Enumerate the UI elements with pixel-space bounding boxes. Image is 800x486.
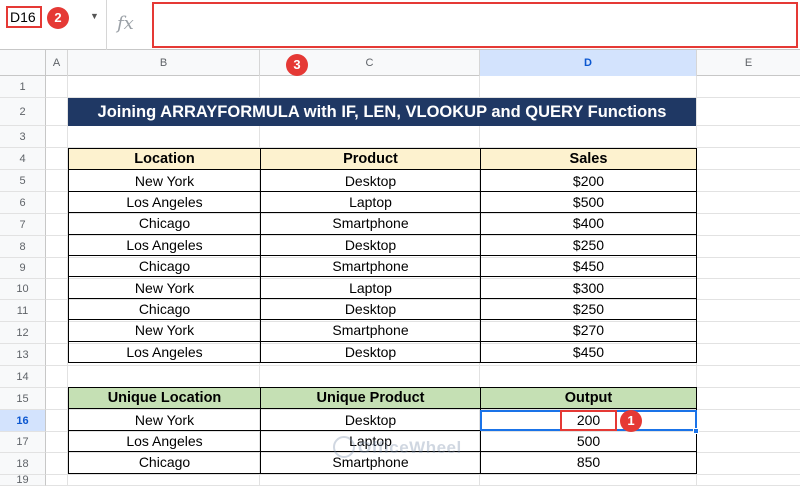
header-unique-location[interactable]: Unique Location xyxy=(68,386,261,410)
row-header-11[interactable]: 11 xyxy=(0,300,46,322)
column-header-a[interactable]: A xyxy=(46,50,68,76)
header-sales[interactable]: Sales xyxy=(480,147,697,171)
header-unique-product[interactable]: Unique Product xyxy=(260,386,481,410)
table-cell[interactable]: Smartphone xyxy=(260,254,481,278)
formula-line-1: =ArrayFormula((IF(LEN(B16:B18)=0,,VLOOKU… xyxy=(164,46,796,48)
output-highlight xyxy=(560,410,617,431)
row-header-16[interactable]: 16 xyxy=(0,410,46,432)
logo-icon xyxy=(333,436,355,458)
table-cell[interactable]: Desktop xyxy=(260,169,481,192)
row-header-6[interactable]: 6 xyxy=(0,192,46,214)
table-cell[interactable]: Desktop xyxy=(260,340,481,363)
table-cell[interactable]: Desktop xyxy=(260,297,481,321)
step-marker-2: 2 xyxy=(47,7,69,29)
row-header-15[interactable]: 15 xyxy=(0,388,46,410)
table-cell[interactable]: New York xyxy=(68,169,261,192)
table-cell[interactable]: Chicago xyxy=(68,451,261,474)
column-header-bar: A B C D E xyxy=(0,50,800,76)
table-cell[interactable]: 850 xyxy=(480,451,697,474)
row-header-12[interactable]: 12 xyxy=(0,322,46,344)
table-row: New York Laptop $300 xyxy=(68,276,697,299)
table-cell[interactable]: Smartphone xyxy=(260,319,481,342)
sheet-title: Joining ARRAYFORMULA with IF, LEN, VLOOK… xyxy=(68,98,696,126)
header-product[interactable]: Product xyxy=(260,147,481,171)
table-cell[interactable]: Los Angeles xyxy=(68,190,261,214)
table-row: New York Smartphone $270 xyxy=(68,319,697,342)
table-cell[interactable]: 500 xyxy=(480,429,697,453)
column-header-d[interactable]: D xyxy=(480,50,697,76)
row-header-14[interactable]: 14 xyxy=(0,366,46,388)
table-cell[interactable]: Smartphone xyxy=(260,212,481,235)
select-all-corner[interactable] xyxy=(0,50,46,76)
fill-handle[interactable] xyxy=(693,428,699,434)
table-cell[interactable]: New York xyxy=(68,319,261,342)
table-cell[interactable]: New York xyxy=(68,408,261,431)
table-cell[interactable]: $450 xyxy=(480,254,697,278)
formula-input[interactable]: =ArrayFormula((IF(LEN(B16:B18)=0,,VLOOKU… xyxy=(152,2,798,48)
column-header-b[interactable]: B xyxy=(68,50,260,76)
table-row: Chicago Smartphone $400 xyxy=(68,212,697,235)
table-row: Los Angeles Desktop $250 xyxy=(68,233,697,256)
formula-bar: D16 ▼ fx =ArrayFormula((IF(LEN(B16:B18)=… xyxy=(0,0,800,50)
step-marker-1: 1 xyxy=(620,410,642,432)
table-cell[interactable]: Chicago xyxy=(68,212,261,235)
table-row: Chicago Desktop $250 xyxy=(68,297,697,321)
table-cell[interactable]: $450 xyxy=(480,340,697,363)
row-header-17[interactable]: 17 xyxy=(0,432,46,453)
table-cell[interactable]: Laptop xyxy=(260,190,481,214)
table-cell[interactable]: $400 xyxy=(480,212,697,235)
column-header-e[interactable]: E xyxy=(697,50,800,76)
table-cell[interactable]: $200 xyxy=(480,169,697,192)
sales-table: Location Product Sales New York Desktop $2… xyxy=(68,147,697,363)
row-header-1[interactable]: 1 xyxy=(0,76,46,98)
table-cell[interactable]: $250 xyxy=(480,233,697,256)
table-cell[interactable]: Los Angeles xyxy=(68,340,261,363)
table-cell[interactable]: New York xyxy=(68,276,261,299)
table-cell[interactable]: Los Angeles xyxy=(68,429,261,453)
row-header-3[interactable]: 3 xyxy=(0,126,46,148)
watermark: OfficeWheel xyxy=(358,438,462,457)
row-header-19[interactable]: 19 xyxy=(0,475,46,486)
table-cell[interactable]: Chicago xyxy=(68,254,261,278)
table-row: Los Angeles Laptop $500 xyxy=(68,190,697,214)
table-cell[interactable]: Desktop xyxy=(260,408,481,431)
fx-icon: fx xyxy=(117,13,134,34)
name-box[interactable]: D16 xyxy=(6,6,42,28)
row-header-2[interactable]: 2 xyxy=(0,98,46,126)
table-cell[interactable]: $270 xyxy=(480,319,697,342)
table-cell[interactable]: Los Angeles xyxy=(68,233,261,256)
row-header-18[interactable]: 18 xyxy=(0,453,46,475)
table-cell[interactable]: $500 xyxy=(480,190,697,214)
table-cell[interactable]: Desktop xyxy=(260,233,481,256)
divider xyxy=(106,0,107,50)
row-header-7[interactable]: 7 xyxy=(0,214,46,236)
table-row: Los Angeles Desktop $450 xyxy=(68,340,697,363)
table-cell[interactable]: Chicago xyxy=(68,297,261,321)
row-header-4[interactable]: 4 xyxy=(0,148,46,170)
table-cell[interactable]: $250 xyxy=(480,297,697,321)
table-cell[interactable]: $300 xyxy=(480,276,697,299)
header-output[interactable]: Output xyxy=(480,386,697,410)
table-cell[interactable]: Laptop xyxy=(260,276,481,299)
row-header-13[interactable]: 13 xyxy=(0,344,46,366)
row-header-9[interactable]: 9 xyxy=(0,258,46,279)
chevron-down-icon[interactable]: ▼ xyxy=(90,11,99,21)
table-row: Chicago Smartphone $450 xyxy=(68,254,697,278)
step-marker-3: 3 xyxy=(286,54,308,76)
row-header-5[interactable]: 5 xyxy=(0,170,46,192)
header-location[interactable]: Location xyxy=(68,147,261,171)
row-header-10[interactable]: 10 xyxy=(0,279,46,300)
row-header-8[interactable]: 8 xyxy=(0,236,46,258)
table-row: New York Desktop $200 xyxy=(68,169,697,192)
